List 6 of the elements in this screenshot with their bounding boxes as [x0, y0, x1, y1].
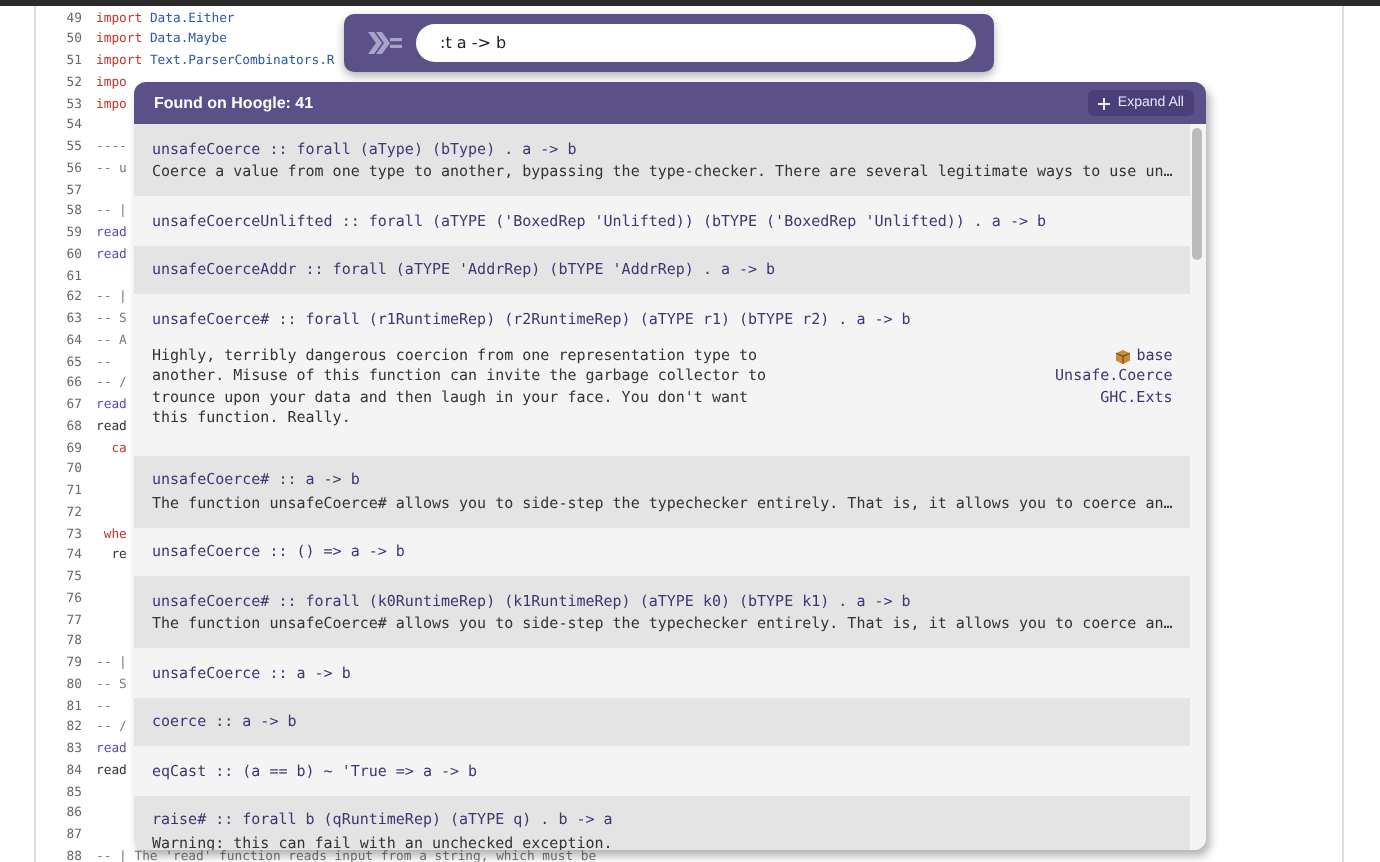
- scrollbar-thumb[interactable]: [1192, 128, 1203, 260]
- search-field[interactable]: :t a -> b: [416, 24, 976, 62]
- results-title: Found on Hoogle: 41: [154, 94, 314, 112]
- package-box-icon: [1116, 349, 1131, 364]
- hoogle-logo-icon: [368, 32, 402, 54]
- plus-icon: [1097, 97, 1110, 109]
